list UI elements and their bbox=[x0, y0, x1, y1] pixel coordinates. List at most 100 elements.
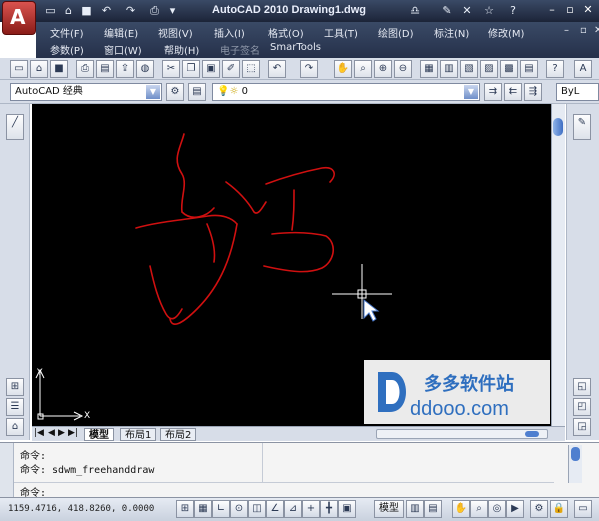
menu-window[interactable]: 窗口(W) bbox=[104, 42, 142, 57]
zoom-icon[interactable]: ⌕ bbox=[470, 500, 488, 518]
redo-icon[interactable]: ↷ bbox=[300, 60, 318, 78]
layer-state-icon[interactable]: ⇶ bbox=[524, 83, 542, 101]
menu-esign[interactable]: 电子签名 bbox=[220, 42, 260, 57]
menu-draw[interactable]: 绘图(D) bbox=[378, 25, 414, 40]
quick-view-layouts-icon[interactable]: ▥ bbox=[406, 500, 424, 518]
shape-icon[interactable]: ◱ bbox=[573, 378, 591, 396]
tab-nav-next-icon[interactable]: ▶ bbox=[58, 428, 65, 438]
command-input-row[interactable]: 命令: bbox=[14, 482, 554, 499]
object-snap-tracking-icon[interactable]: ∠ bbox=[266, 500, 284, 518]
doc-close-button[interactable]: ✕ bbox=[594, 25, 599, 36]
tab-layout1[interactable]: 布局1 bbox=[120, 428, 157, 441]
zoom-window-icon[interactable]: ⊕ bbox=[374, 60, 392, 78]
open-file-icon[interactable]: ⌂ bbox=[62, 4, 75, 17]
zoom-previous-icon[interactable]: ⊖ bbox=[394, 60, 412, 78]
preview-icon[interactable]: ▤ bbox=[96, 60, 114, 78]
dynamic-input-icon[interactable]: + bbox=[302, 500, 320, 518]
menu-parametric[interactable]: 参数(P) bbox=[50, 42, 84, 57]
menu-dimension[interactable]: 标注(N) bbox=[434, 25, 469, 40]
close-button[interactable]: ✕ bbox=[580, 2, 596, 18]
pan-icon[interactable]: ✋ bbox=[334, 60, 352, 78]
layer-select[interactable]: 💡☼ 0 ▼ bbox=[212, 83, 480, 101]
quick-properties-icon[interactable]: ▣ bbox=[338, 500, 356, 518]
paste-icon[interactable]: ▣ bbox=[202, 60, 220, 78]
communication-icon[interactable]: ✕ bbox=[460, 3, 474, 18]
autocad-a-logo-icon[interactable]: A bbox=[2, 1, 36, 35]
menu-help[interactable]: 帮助(H) bbox=[164, 42, 199, 57]
publish-icon[interactable]: ⇪ bbox=[116, 60, 134, 78]
vertical-scroll-thumb[interactable] bbox=[553, 118, 563, 136]
workspace-settings-icon[interactable]: ⚙ bbox=[166, 83, 184, 101]
tab-model[interactable]: 模型 bbox=[84, 428, 114, 441]
tab-layout2[interactable]: 布局2 bbox=[160, 428, 197, 441]
shape-icon[interactable]: ◰ bbox=[573, 398, 591, 416]
plot-icon[interactable]: ⎙ bbox=[76, 60, 94, 78]
qa-dropdown-icon[interactable]: ▾ bbox=[166, 4, 179, 17]
model-space-button[interactable]: 模型 bbox=[374, 500, 404, 518]
doc-minimize-button[interactable]: – bbox=[564, 25, 569, 36]
menu-insert[interactable]: 插入(I) bbox=[214, 25, 245, 40]
drawing-canvas[interactable]: Y X 多多软件站 ddooo.com bbox=[32, 104, 551, 426]
layer-previous-icon[interactable]: ⇇ bbox=[504, 83, 522, 101]
cut-icon[interactable]: ✂ bbox=[162, 60, 180, 78]
menu-file[interactable]: 文件(F) bbox=[50, 25, 84, 40]
dynamic-ucs-icon[interactable]: ⊿ bbox=[284, 500, 302, 518]
horizontal-scroll-thumb[interactable] bbox=[525, 431, 539, 437]
horizontal-scrollbar[interactable] bbox=[376, 429, 548, 439]
calculator-icon[interactable]: ▤ bbox=[520, 60, 538, 78]
linetype-select[interactable]: ByL bbox=[556, 83, 599, 101]
favorites-icon[interactable]: ☆ bbox=[482, 3, 496, 18]
grid-display-icon[interactable]: ▦ bbox=[194, 500, 212, 518]
binoculars-icon[interactable]: ♎ bbox=[408, 3, 422, 18]
globe-icon[interactable]: ◍ bbox=[136, 60, 154, 78]
help-icon[interactable]: ? bbox=[546, 60, 564, 78]
text-style-icon[interactable]: A bbox=[574, 60, 592, 78]
steering-wheel-icon[interactable]: ◎ bbox=[488, 500, 506, 518]
command-scroll-thumb[interactable] bbox=[571, 447, 580, 461]
block-editor-icon[interactable]: ⬚ bbox=[242, 60, 260, 78]
tools-icon[interactable]: ✎ bbox=[440, 3, 454, 18]
new-icon[interactable]: ▭ bbox=[10, 60, 28, 78]
undo-icon[interactable]: ↶ bbox=[268, 60, 286, 78]
tab-nav-first-icon[interactable]: |◀ bbox=[34, 428, 44, 438]
shape-icon[interactable]: ◲ bbox=[573, 418, 591, 436]
workspace-select[interactable]: AutoCAD 经典 ▼ bbox=[10, 83, 162, 101]
command-scrollbar[interactable] bbox=[568, 445, 582, 483]
polar-tracking-icon[interactable]: ⊙ bbox=[230, 500, 248, 518]
zoom-realtime-icon[interactable]: ⌕ bbox=[354, 60, 372, 78]
match-properties-icon[interactable]: ✐ bbox=[222, 60, 240, 78]
open-icon[interactable]: ⌂ bbox=[30, 60, 48, 78]
properties-icon[interactable]: ▦ bbox=[420, 60, 438, 78]
command-window-grip[interactable] bbox=[0, 443, 14, 498]
vertical-scrollbar[interactable] bbox=[551, 104, 565, 426]
snap-mode-icon[interactable]: ⊞ bbox=[176, 500, 194, 518]
doc-restore-button[interactable]: ▫ bbox=[580, 25, 587, 36]
menu-smartools[interactable]: SmarTools bbox=[270, 42, 321, 53]
redo-icon[interactable]: ↷ bbox=[124, 4, 137, 17]
layer-properties-icon[interactable]: ▤ bbox=[188, 83, 206, 101]
menu-view[interactable]: 视图(V) bbox=[158, 25, 193, 40]
quick-view-drawings-icon[interactable]: ▤ bbox=[424, 500, 442, 518]
sheet-set-icon[interactable]: ▨ bbox=[480, 60, 498, 78]
line-tool-icon[interactable]: ╱ bbox=[6, 114, 24, 140]
markup-icon[interactable]: ▩ bbox=[500, 60, 518, 78]
help-icon[interactable]: ? bbox=[506, 3, 520, 18]
brush-icon[interactable]: ✎ bbox=[573, 114, 591, 140]
menu-tools[interactable]: 工具(T) bbox=[324, 25, 358, 40]
save-icon[interactable]: ■ bbox=[80, 4, 93, 17]
spacing-icon[interactable]: ☰ bbox=[6, 398, 24, 416]
tab-nav-prev-icon[interactable]: ◀ bbox=[48, 428, 55, 438]
undo-icon[interactable]: ↶ bbox=[100, 4, 113, 17]
new-file-icon[interactable]: ▭ bbox=[44, 4, 57, 17]
pan-icon[interactable]: ✋ bbox=[452, 500, 470, 518]
make-current-layer-icon[interactable]: ⇉ bbox=[484, 83, 502, 101]
save-icon[interactable]: ■ bbox=[50, 60, 68, 78]
menu-edit[interactable]: 编辑(E) bbox=[104, 25, 138, 40]
toolbar-lock-icon[interactable]: 🔒 bbox=[550, 500, 568, 518]
minimize-button[interactable]: – bbox=[544, 2, 560, 18]
dimension-icon[interactable]: ⊞ bbox=[6, 378, 24, 396]
text-icon[interactable]: ⌂ bbox=[6, 418, 24, 436]
showmotion-icon[interactable]: ▶ bbox=[506, 500, 524, 518]
copy-icon[interactable]: ❐ bbox=[182, 60, 200, 78]
lineweight-icon[interactable]: ╋ bbox=[320, 500, 338, 518]
